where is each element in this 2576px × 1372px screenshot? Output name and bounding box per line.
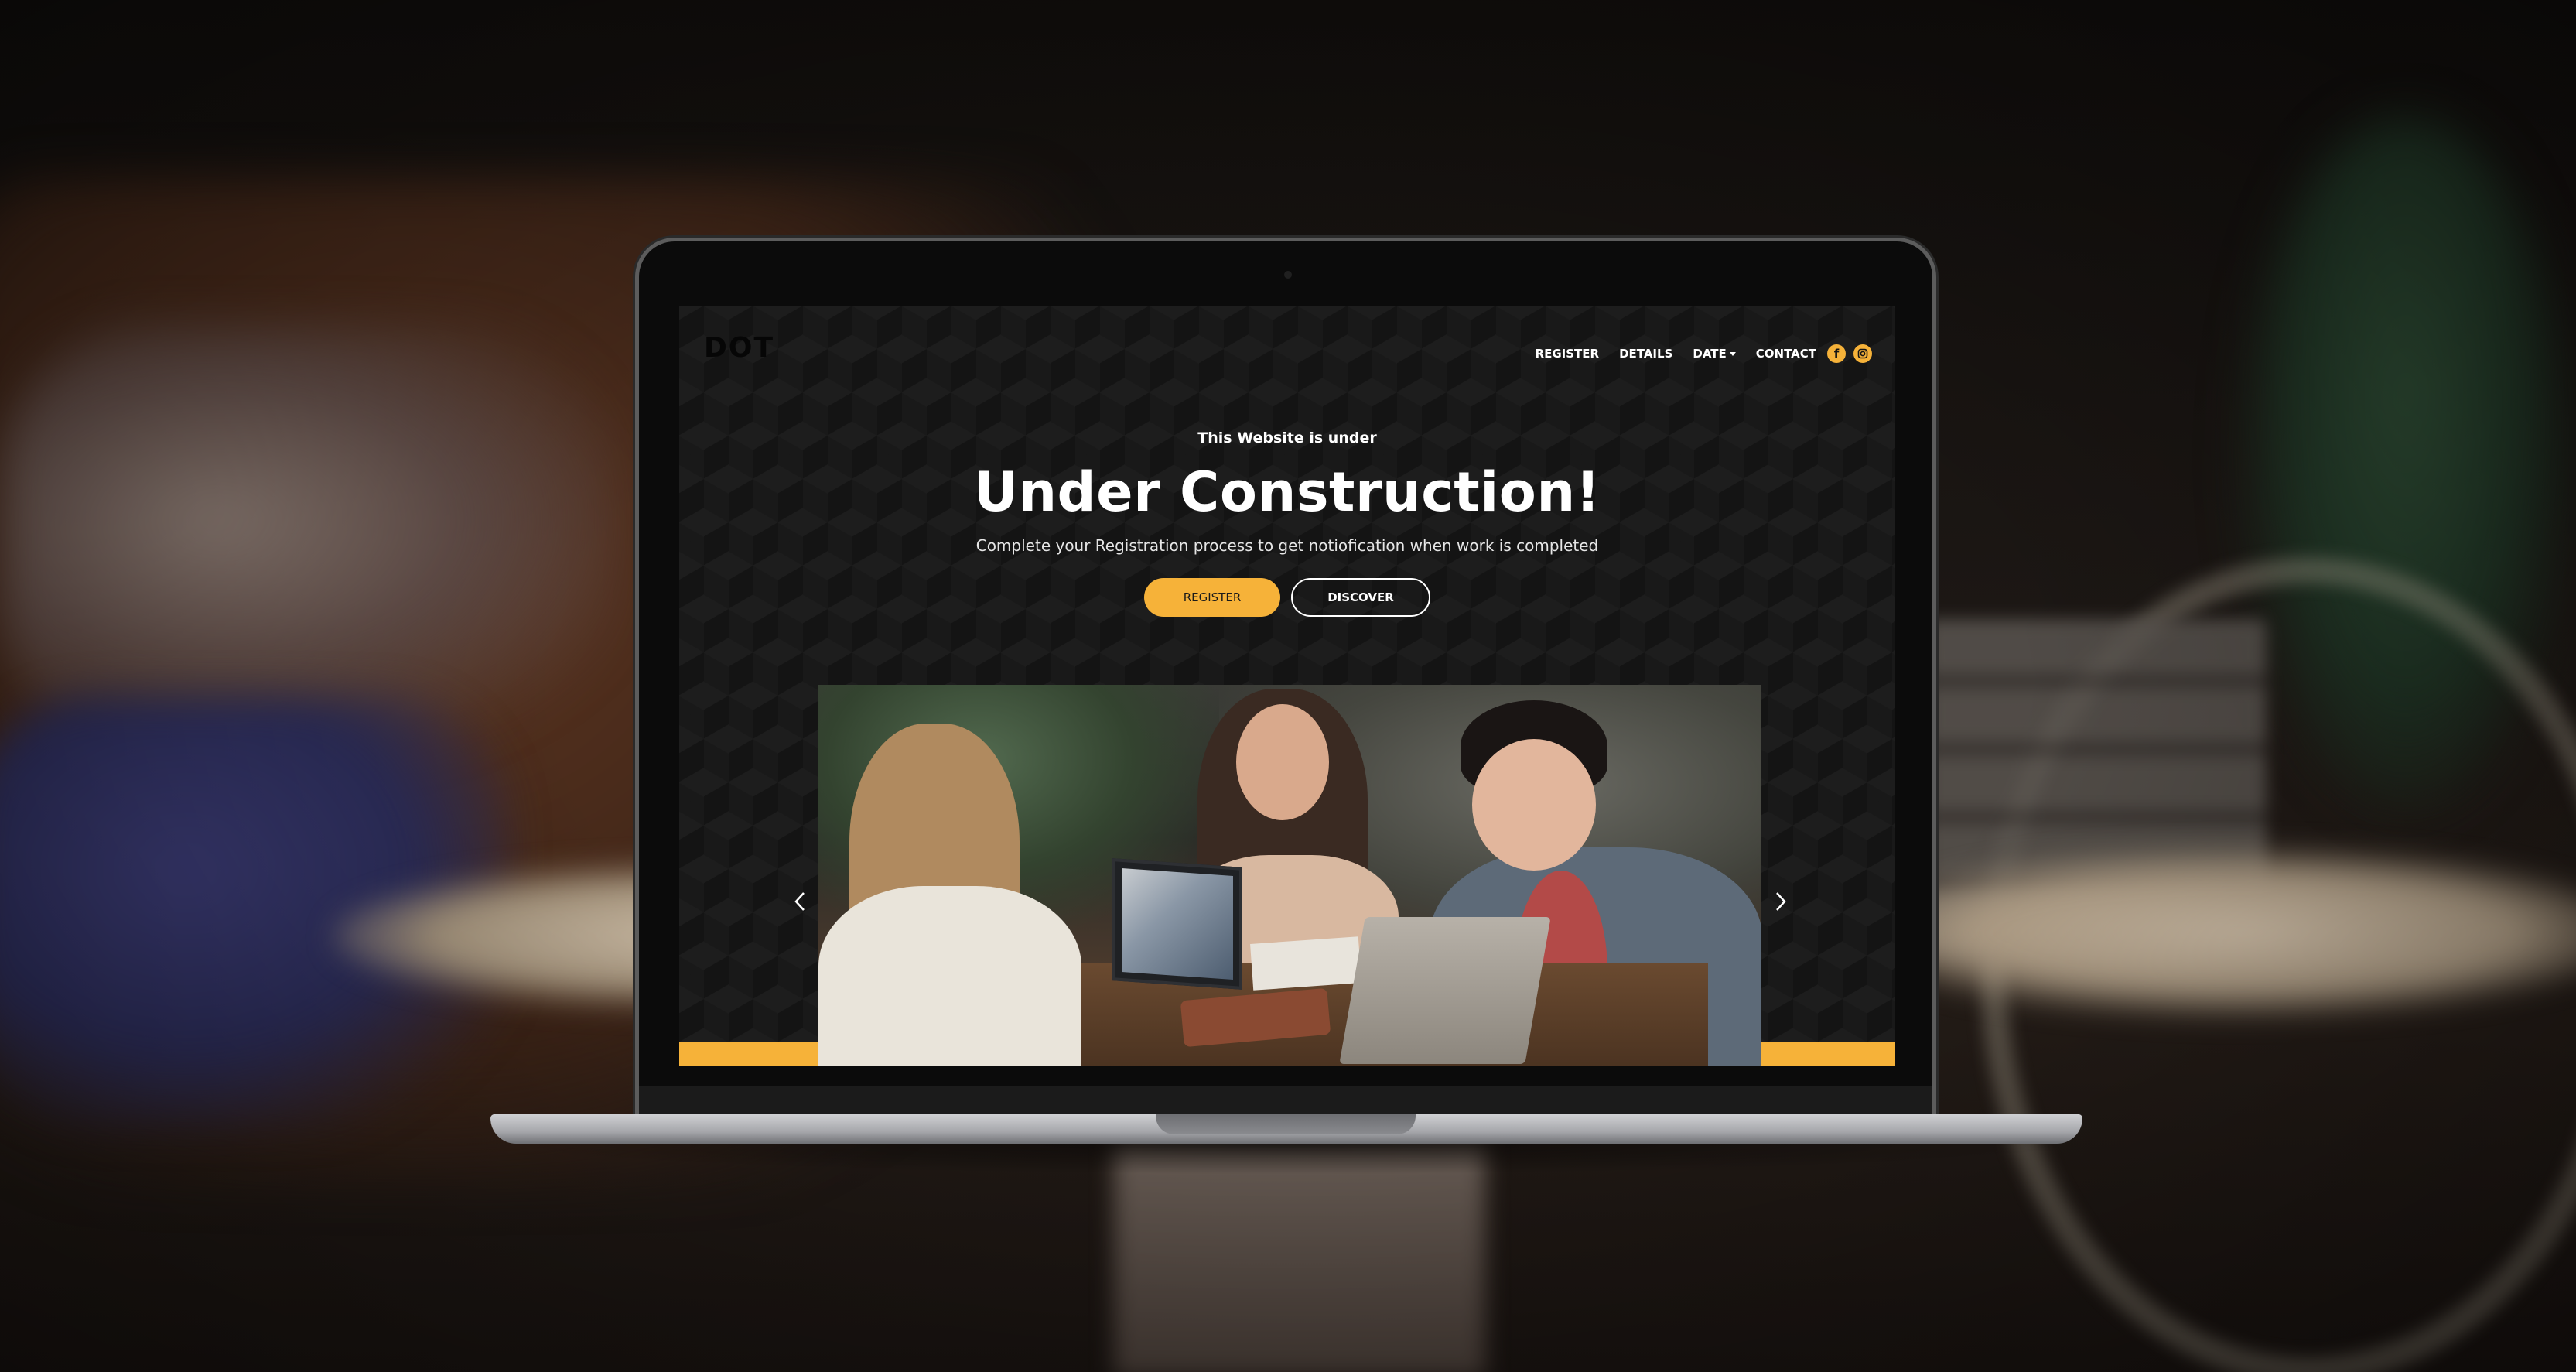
facebook-icon[interactable]: f (1827, 344, 1846, 363)
photo-paper (1250, 936, 1361, 991)
laptop-shadow (495, 1144, 2078, 1175)
nav-date-label: DATE (1693, 347, 1727, 361)
nav-details[interactable]: DETAILS (1619, 347, 1672, 361)
site-logo[interactable]: DOT (704, 332, 774, 364)
slider-prev-button[interactable] (789, 890, 812, 913)
photo-laptop-silver (1339, 917, 1551, 1064)
laptop-base (490, 1114, 2082, 1144)
hero-subtext: Complete your Registration process to ge… (975, 536, 1599, 555)
laptop-bezel-bottom (639, 1086, 1932, 1116)
slider-next-button[interactable] (1768, 890, 1792, 913)
nav-contact[interactable]: CONTACT (1756, 347, 1816, 361)
main-nav: REGISTER DETAILS DATE CONTACT f (1515, 344, 1872, 363)
photo-person-left-sweater (818, 886, 1081, 1066)
slider-image (818, 685, 1761, 1066)
photo-laptop-dark (1112, 858, 1242, 990)
photo-person-right-face (1472, 739, 1596, 871)
photo-laptop-dark-screen (1122, 867, 1233, 980)
instagram-icon[interactable] (1853, 344, 1872, 363)
laptop-camera (1284, 271, 1292, 279)
instagram-glyph (1857, 348, 1868, 359)
register-button[interactable]: REGISTER (1144, 578, 1280, 617)
hero-section: This Website is under Under Construction… (679, 429, 1895, 617)
chevron-right-icon (1776, 892, 1786, 911)
nav-register[interactable]: REGISTER (1536, 347, 1600, 361)
facebook-glyph: f (1833, 346, 1840, 361)
caret-down-icon (1729, 352, 1736, 356)
hero-kicker: This Website is under (1197, 429, 1377, 446)
discover-button[interactable]: DISCOVER (1291, 578, 1430, 617)
hero-buttons: REGISTER DISCOVER (679, 578, 1895, 617)
nav-date-dropdown[interactable]: DATE (1693, 347, 1736, 361)
chevron-left-icon (794, 892, 805, 911)
hero-headline: Under Construction! (973, 460, 1601, 524)
photo-person-center-face (1236, 704, 1329, 820)
laptop-notch (1156, 1114, 1416, 1134)
website-screen: DOT REGISTER DETAILS DATE CONTACT f This… (679, 306, 1895, 1066)
